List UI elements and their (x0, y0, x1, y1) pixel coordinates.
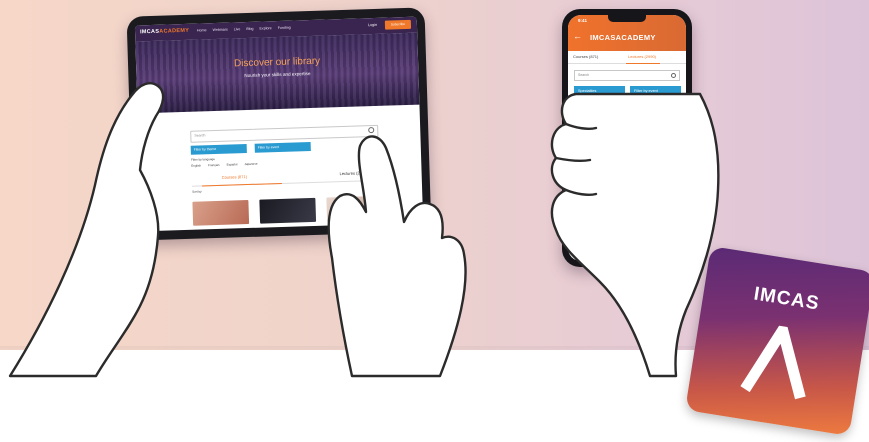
marketing-scene: IMCASACADEMY Home Webinars Live Blog Exp… (0, 0, 869, 442)
imcas-logo-tile: IMCAS (685, 246, 869, 436)
academy-a-icon (740, 320, 806, 400)
right-hand (327, 135, 467, 378)
phone-hand (550, 92, 720, 378)
left-hand (8, 82, 165, 378)
logo-text: IMCAS (752, 283, 821, 315)
